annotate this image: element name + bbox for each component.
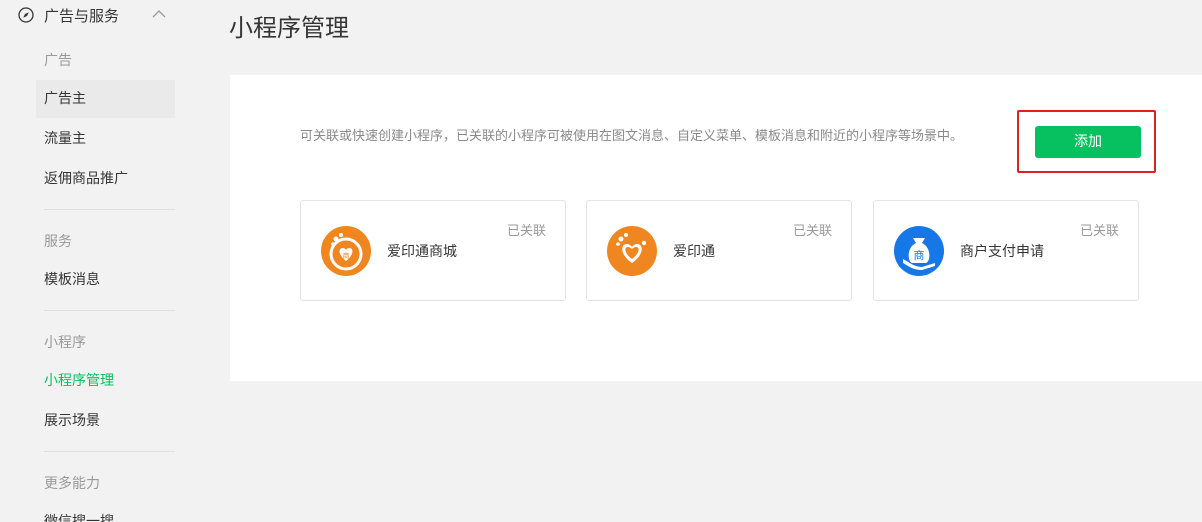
svg-text:商: 商 — [343, 251, 350, 260]
sidebar-item-scene[interactable]: 展示场景 — [36, 402, 175, 440]
money-bag-hand-icon: 商 — [894, 226, 944, 276]
miniprogram-panel: 可关联或快速创建小程序，已关联的小程序可被使用在图文消息、自定义菜单、模板消息和… — [230, 75, 1202, 381]
miniprogram-card[interactable]: 已关联 爱印通 — [586, 200, 852, 301]
sidebar-divider — [44, 310, 175, 311]
card-name: 爱印通商城 — [387, 244, 457, 260]
sidebar: 广告与服务 广告 广告主 流量主 返佣商品推广 服务 模板消息 小程序 小程序管… — [0, 0, 190, 522]
sidebar-group-miniprogram: 小程序 — [44, 335, 86, 351]
sidebar-group-more: 更多能力 — [44, 476, 100, 492]
sidebar-group-service: 服务 — [44, 234, 72, 250]
card-status: 已关联 — [792, 224, 832, 239]
svg-text:商: 商 — [914, 248, 925, 262]
sidebar-divider — [44, 209, 175, 210]
card-status: 已关联 — [506, 224, 546, 239]
sidebar-header-title: 广告与服务 — [44, 6, 120, 25]
chevron-up-icon[interactable] — [150, 5, 168, 23]
card-status: 已关联 — [1079, 224, 1119, 239]
heart-note-icon — [607, 226, 657, 276]
sidebar-item-advertiser[interactable]: 广告主 — [36, 80, 175, 118]
sidebar-item-publisher[interactable]: 流量主 — [36, 120, 175, 158]
page-description: 可关联或快速创建小程序，已关联的小程序可被使用在图文消息、自定义菜单、模板消息和… — [300, 129, 964, 144]
sidebar-item-rebate[interactable]: 返佣商品推广 — [36, 160, 175, 198]
compass-icon — [18, 7, 34, 23]
card-name: 爱印通 — [673, 244, 715, 260]
page-title: 小程序管理 — [229, 14, 349, 42]
sidebar-divider — [44, 451, 175, 452]
sidebar-group-ads: 广告 — [44, 53, 72, 69]
sidebar-header-ads-services[interactable]: 广告与服务 — [18, 3, 178, 27]
sidebar-item-mp-manage[interactable]: 小程序管理 — [36, 362, 175, 400]
sidebar-item-template-message[interactable]: 模板消息 — [36, 261, 175, 299]
miniprogram-card[interactable]: 已关联 商 爱印通商城 — [300, 200, 566, 301]
add-button[interactable]: 添加 — [1035, 126, 1141, 158]
miniprogram-card[interactable]: 已关联 商 商户支付申请 — [873, 200, 1139, 301]
sidebar-item-search[interactable]: 微信搜一搜 — [36, 503, 175, 522]
heart-note-badge-icon: 商 — [321, 226, 371, 276]
card-name: 商户支付申请 — [960, 244, 1044, 260]
